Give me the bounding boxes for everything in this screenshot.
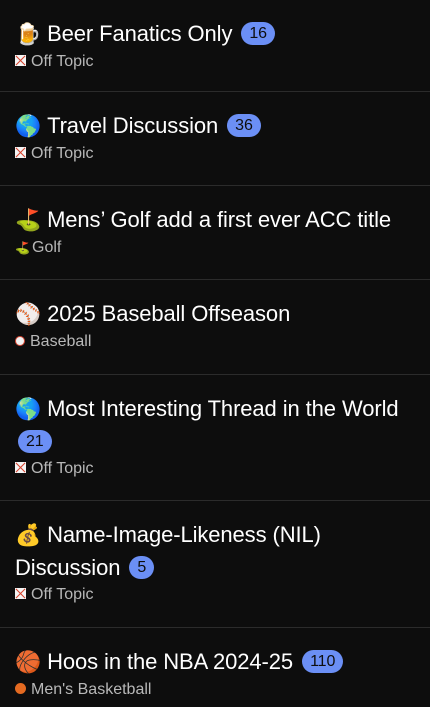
category-link[interactable]: Off Topic <box>15 144 414 164</box>
new-posts-badge[interactable]: 5 <box>129 555 155 579</box>
topic-title-text[interactable]: Hoos in the NBA 2024-25 <box>47 649 293 674</box>
topic-row[interactable]: ⚾ 2025 Baseball Offseason Baseball <box>0 280 430 375</box>
category-link[interactable]: Off Topic <box>15 459 414 479</box>
topic-row[interactable]: 🏀 Hoos in the NBA 2024-25 110 Men's Baske… <box>0 628 430 707</box>
category-link[interactable]: Off Topic <box>15 52 414 72</box>
topic-title-text[interactable]: 2025 Baseball Offseason <box>47 301 290 326</box>
new-posts-badge[interactable]: 16 <box>241 22 275 45</box>
topic-title-text[interactable]: Most Interesting Thread in the World <box>47 396 399 421</box>
topic-row[interactable]: 🌎 Travel Discussion 36 Off Topic <box>0 92 430 186</box>
topic-title-link[interactable]: ⚾ 2025 Baseball Offseason <box>15 298 414 331</box>
golf-flag-icon: ⛳ <box>15 240 30 255</box>
topic-row[interactable]: 🌎 Most Interesting Thread in the World 21… <box>0 375 430 501</box>
globe-icon: 🌎 <box>15 114 42 138</box>
topic-row[interactable]: 💰 Name-Image-Likeness (NIL) Discussion 5 … <box>0 501 430 628</box>
topic-title-text[interactable]: Travel Discussion <box>47 113 218 138</box>
category-link[interactable]: ⛳ Golf <box>15 238 414 258</box>
globe-icon: 🌎 <box>15 397 42 421</box>
off-topic-icon <box>15 146 26 158</box>
category-label[interactable]: Off Topic <box>31 586 94 603</box>
topic-row[interactable]: 🍺 Beer Fanatics Only 16 Off Topic <box>0 0 430 92</box>
money-bag-icon: 💰 <box>15 523 42 547</box>
golf-flag-icon: ⛳ <box>15 208 42 232</box>
topic-title-link[interactable]: 🏀 Hoos in the NBA 2024-25 110 <box>15 646 414 679</box>
off-topic-icon <box>15 54 26 66</box>
category-label[interactable]: Golf <box>32 239 61 256</box>
off-topic-icon <box>15 462 26 473</box>
basketball-icon <box>15 682 26 694</box>
beer-mug-icon: 🍺 <box>15 22 42 46</box>
category-link[interactable]: Off Topic <box>15 585 414 605</box>
off-topic-icon <box>15 588 26 599</box>
category-label[interactable]: Off Topic <box>31 460 94 477</box>
category-label[interactable]: Baseball <box>30 333 91 350</box>
baseball-icon <box>15 335 25 346</box>
topic-title-link[interactable]: ⛳ Mens’ Golf add a first ever ACC title <box>15 204 414 237</box>
new-posts-badge[interactable]: 110 <box>302 650 344 673</box>
topic-title-link[interactable]: 🍺 Beer Fanatics Only 16 <box>15 18 414 51</box>
new-posts-badge[interactable]: 36 <box>227 114 261 137</box>
category-label[interactable]: Off Topic <box>31 145 94 162</box>
topic-list: 🍺 Beer Fanatics Only 16 Off Topic 🌎 Travel… <box>0 0 430 707</box>
category-label[interactable]: Off Topic <box>31 53 94 70</box>
topic-title-text[interactable]: Mens’ Golf add a first ever ACC title <box>47 207 391 232</box>
basketball-icon: 🏀 <box>15 650 42 674</box>
topic-title-text[interactable]: Name-Image-Likeness (NIL) Discussion <box>15 522 321 580</box>
topic-title-link[interactable]: 🌎 Most Interesting Thread in the World 21 <box>15 393 414 458</box>
topic-title-link[interactable]: 💰 Name-Image-Likeness (NIL) Discussion 5 <box>15 519 414 584</box>
new-posts-badge[interactable]: 21 <box>18 429 52 453</box>
topic-title-text[interactable]: Beer Fanatics Only <box>47 21 232 46</box>
topic-title-link[interactable]: 🌎 Travel Discussion 36 <box>15 110 414 143</box>
category-label[interactable]: Men's Basketball <box>31 681 151 698</box>
topic-row[interactable]: ⛳ Mens’ Golf add a first ever ACC title ⛳… <box>0 186 430 280</box>
category-link[interactable]: Men's Basketball <box>15 680 414 700</box>
baseball-icon: ⚾ <box>15 302 42 326</box>
category-link[interactable]: Baseball <box>15 332 414 352</box>
